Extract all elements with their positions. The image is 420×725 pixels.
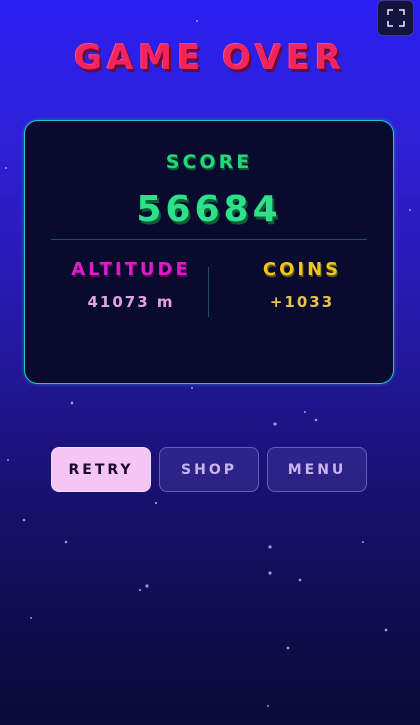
altitude-value: 41073 m (87, 293, 175, 311)
fullscreen-icon (386, 9, 405, 27)
results-panel: SCORE 56684 ALTITUDE 41073 m COINS +1033 (24, 120, 394, 384)
score-label: SCORE (165, 151, 253, 173)
shop-button[interactable]: SHOP (159, 447, 259, 492)
coins-label: COINS (262, 259, 342, 280)
score-value: 56684 (136, 189, 282, 230)
game-over-title: GAME OVER (74, 38, 346, 78)
menu-button[interactable]: MENU (267, 447, 367, 492)
fullscreen-button[interactable] (377, 0, 414, 36)
altitude-label: ALTITUDE (71, 259, 191, 280)
coins-value: +1033 (269, 293, 335, 311)
panel-divider (51, 239, 367, 240)
retry-button[interactable]: RETRY (51, 447, 151, 492)
